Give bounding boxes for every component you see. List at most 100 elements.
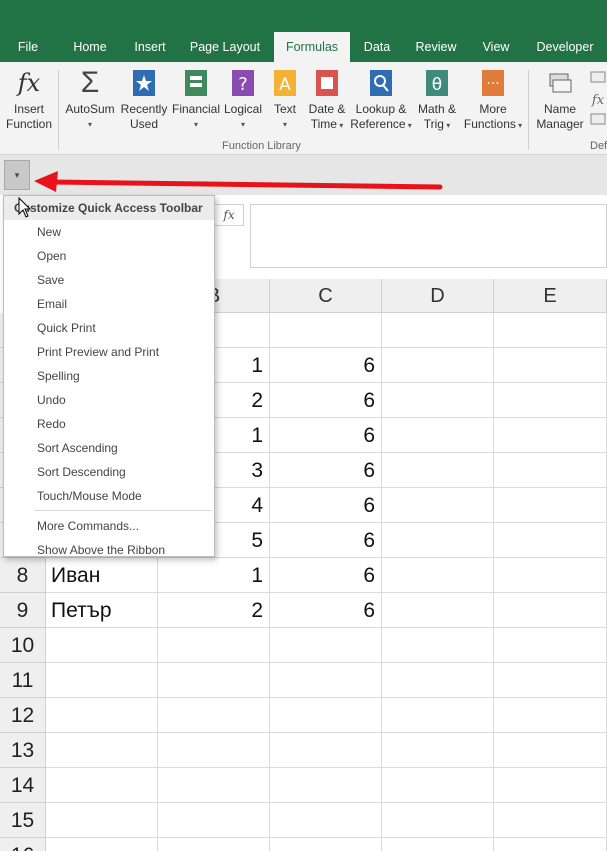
tab-page-layout[interactable]: Page Layout	[186, 32, 264, 62]
cell-col-b[interactable]	[158, 838, 270, 851]
cell-col-c[interactable]	[270, 628, 382, 663]
cell-col-d[interactable]	[382, 733, 494, 768]
column-header-c[interactable]: C	[270, 279, 382, 313]
cell-col-e[interactable]	[494, 313, 607, 348]
row-header[interactable]: 13	[0, 733, 46, 768]
tab-review[interactable]: Review	[410, 32, 462, 62]
row-header[interactable]: 12	[0, 698, 46, 733]
tab-view[interactable]: View	[474, 32, 518, 62]
menu-item[interactable]: Print Preview and Print	[4, 340, 214, 364]
row-header[interactable]: 14	[0, 768, 46, 803]
cell-col-e[interactable]	[494, 803, 607, 838]
cell-col-e[interactable]	[494, 453, 607, 488]
row-header[interactable]: 15	[0, 803, 46, 838]
date-time-button[interactable]: Date & Time ▾	[304, 66, 350, 152]
tab-formulas[interactable]: Formulas	[274, 32, 350, 62]
cell-col-c[interactable]	[270, 733, 382, 768]
cell-col-b[interactable]	[158, 803, 270, 838]
cell-col-e[interactable]	[494, 663, 607, 698]
cell-col-c[interactable]	[270, 838, 382, 851]
cell-col-d[interactable]	[382, 418, 494, 453]
menu-item[interactable]: Sort Descending	[4, 460, 214, 484]
cell-col-d[interactable]	[382, 698, 494, 733]
cell-col-c[interactable]: 6	[270, 348, 382, 383]
cell-col-e[interactable]	[494, 768, 607, 803]
tab-insert[interactable]: Insert	[126, 32, 174, 62]
formula-input[interactable]	[250, 204, 607, 268]
menu-item[interactable]: Save	[4, 268, 214, 292]
cell-col-e[interactable]	[494, 383, 607, 418]
cell-col-d[interactable]	[382, 593, 494, 628]
menu-item[interactable]: Open	[4, 244, 214, 268]
cell-col-a[interactable]	[46, 733, 158, 768]
menu-item[interactable]: Spelling	[4, 364, 214, 388]
cell-col-e[interactable]	[494, 523, 607, 558]
cell-col-c[interactable]	[270, 313, 382, 348]
tab-developer[interactable]: Developer	[530, 32, 600, 62]
recently-used-button[interactable]: Recently Used	[118, 66, 170, 152]
tab-data[interactable]: Data	[356, 32, 398, 62]
cell-col-e[interactable]	[494, 838, 607, 851]
cell-col-b[interactable]	[158, 733, 270, 768]
autosum-button[interactable]: Σ AutoSum ▾	[62, 66, 118, 152]
show-above-ribbon-item[interactable]: Show Above the Ribbon	[4, 538, 214, 562]
cell-col-b[interactable]	[158, 663, 270, 698]
cell-col-e[interactable]	[494, 628, 607, 663]
menu-item[interactable]: Undo	[4, 388, 214, 412]
cell-col-c[interactable]: 6	[270, 383, 382, 418]
cell-col-a[interactable]	[46, 663, 158, 698]
row-header[interactable]: 16	[0, 838, 46, 851]
cell-col-b[interactable]	[158, 698, 270, 733]
cell-col-b[interactable]: 1	[158, 558, 270, 593]
insert-function-fx-button[interactable]: fx	[214, 204, 244, 226]
cell-col-d[interactable]	[382, 488, 494, 523]
cell-col-d[interactable]	[382, 628, 494, 663]
cell-col-a[interactable]	[46, 768, 158, 803]
menu-item[interactable]: Touch/Mouse Mode	[4, 484, 214, 508]
cell-col-c[interactable]	[270, 663, 382, 698]
cell-col-d[interactable]	[382, 663, 494, 698]
cell-col-a[interactable]: Петър	[46, 593, 158, 628]
menu-item[interactable]: Sort Ascending	[4, 436, 214, 460]
cell-col-c[interactable]: 6	[270, 453, 382, 488]
cell-col-e[interactable]	[494, 418, 607, 453]
cell-col-c[interactable]	[270, 803, 382, 838]
cell-col-c[interactable]: 6	[270, 488, 382, 523]
cell-col-c[interactable]: 6	[270, 418, 382, 453]
cell-col-a[interactable]: Иван	[46, 558, 158, 593]
name-manager-button[interactable]: Name Manager	[532, 66, 588, 152]
column-header-e[interactable]: E	[494, 279, 607, 313]
cell-col-c[interactable]: 6	[270, 558, 382, 593]
cell-col-d[interactable]	[382, 558, 494, 593]
cell-col-e[interactable]	[494, 558, 607, 593]
math-trig-button[interactable]: θ Math & Trig ▾	[412, 66, 462, 152]
menu-item[interactable]: Quick Print	[4, 316, 214, 340]
cell-col-d[interactable]	[382, 523, 494, 558]
cell-col-c[interactable]: 6	[270, 523, 382, 558]
cell-col-a[interactable]	[46, 803, 158, 838]
cell-col-e[interactable]	[494, 348, 607, 383]
more-functions-button[interactable]: ··· More Functions ▾	[462, 66, 524, 152]
cell-col-b[interactable]	[158, 768, 270, 803]
cell-col-c[interactable]	[270, 698, 382, 733]
defined-names-icons[interactable]: fx	[588, 68, 606, 128]
column-header-d[interactable]: D	[382, 279, 494, 313]
cell-col-a[interactable]	[46, 698, 158, 733]
more-commands-item[interactable]: More Commands...	[4, 514, 214, 538]
cell-col-d[interactable]	[382, 313, 494, 348]
cell-col-c[interactable]	[270, 768, 382, 803]
cell-col-d[interactable]	[382, 383, 494, 418]
cell-col-d[interactable]	[382, 803, 494, 838]
row-header[interactable]: 11	[0, 663, 46, 698]
menu-item[interactable]: Redo	[4, 412, 214, 436]
financial-button[interactable]: Financial ▾	[170, 66, 222, 152]
cell-col-e[interactable]	[494, 733, 607, 768]
row-header[interactable]: 9	[0, 593, 46, 628]
cell-col-b[interactable]	[158, 628, 270, 663]
lookup-reference-button[interactable]: Lookup & Reference ▾	[350, 66, 412, 152]
cell-col-a[interactable]	[46, 628, 158, 663]
tab-home[interactable]: Home	[66, 32, 114, 62]
cell-col-b[interactable]: 2	[158, 593, 270, 628]
menu-item[interactable]: Email	[4, 292, 214, 316]
cell-col-d[interactable]	[382, 768, 494, 803]
